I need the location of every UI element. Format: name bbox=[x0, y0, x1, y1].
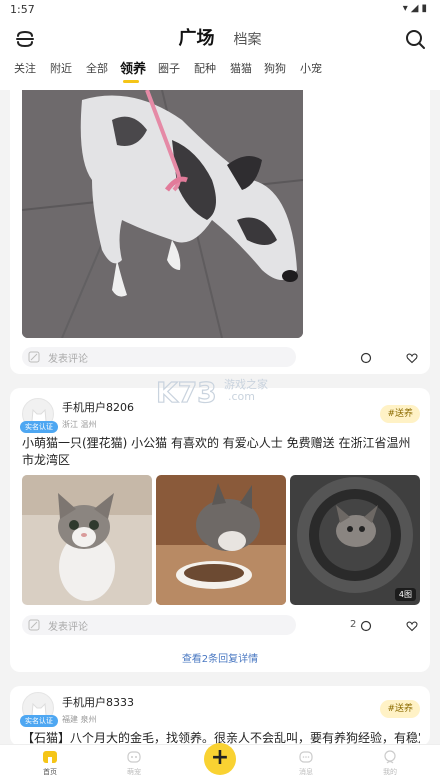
dog-illustration bbox=[22, 90, 303, 338]
tab-square-label: 广场 bbox=[178, 28, 215, 49]
category-circle[interactable]: 圈子 bbox=[158, 60, 180, 76]
like-icon[interactable] bbox=[406, 352, 418, 364]
home-icon bbox=[43, 751, 57, 763]
search-icon[interactable] bbox=[404, 28, 426, 50]
header: 广场 档案 关注 附近 全部 领养 圈子 配种 猫猫 狗狗 小宠 bbox=[0, 20, 440, 90]
location: 浙江 温州 bbox=[62, 420, 97, 429]
category-cats[interactable]: 猫猫 bbox=[230, 60, 252, 76]
tab-square[interactable]: 广场 bbox=[174, 24, 215, 50]
comment-input[interactable]: 发表评论 bbox=[22, 615, 296, 635]
post-card-1: 发表评论 bbox=[10, 90, 430, 374]
view-replies-link[interactable]: 查看2条回复详情 bbox=[10, 650, 430, 665]
kitten-photo-1 bbox=[22, 475, 152, 605]
category-underline bbox=[123, 80, 139, 83]
kitten-photo-3 bbox=[290, 475, 420, 605]
add-post-button[interactable]: + bbox=[204, 743, 236, 775]
comment-placeholder: 发表评论 bbox=[48, 354, 88, 365]
username[interactable]: 手机用户8206 bbox=[62, 399, 134, 415]
category-nearby[interactable]: 附近 bbox=[50, 60, 72, 76]
nav-pets-label: 萌宠 bbox=[127, 768, 141, 776]
comment-input[interactable]: 发表评论 bbox=[22, 347, 296, 367]
category-all[interactable]: 全部 bbox=[86, 60, 108, 76]
comment-icon[interactable] bbox=[360, 620, 372, 632]
svg-text:K73: K73 bbox=[156, 376, 217, 408]
tag-badge[interactable]: #送养 bbox=[380, 700, 420, 718]
post-card-2: 实名认证 手机用户8206 浙江 温州 #送养 小萌猫一只(狸花猫) 小公猫 有… bbox=[10, 388, 430, 672]
image-count: 4图 bbox=[394, 588, 416, 601]
status-time: 1:57 bbox=[10, 3, 35, 16]
message-icon bbox=[299, 751, 313, 763]
tag-badge[interactable]: #送养 bbox=[380, 405, 420, 423]
username[interactable]: 手机用户8333 bbox=[62, 694, 134, 710]
nav-messages[interactable]: 消息 bbox=[284, 749, 328, 777]
post-text[interactable]: 小萌猫一只(狸花猫) 小公猫 有喜欢的 有爱心人士 免费赠送 在浙江省温州市龙湾… bbox=[22, 435, 420, 469]
dog-photo[interactable] bbox=[22, 90, 303, 338]
category-breeding[interactable]: 配种 bbox=[194, 60, 216, 76]
location: 福建 泉州 bbox=[62, 715, 97, 724]
edit-icon bbox=[28, 351, 40, 363]
edit-icon bbox=[28, 619, 40, 631]
post-image-3[interactable]: 4图 bbox=[290, 475, 420, 605]
comment-icon[interactable] bbox=[360, 352, 372, 364]
post-card-3: 实名认证 手机用户8333 福建 泉州 #送养 【石猫】八个月大的金毛，找领养。… bbox=[10, 686, 430, 746]
nav-pets[interactable]: 萌宠 bbox=[112, 749, 156, 777]
category-adopt[interactable]: 领养 bbox=[120, 58, 146, 77]
nav-profile[interactable]: 我的 bbox=[368, 749, 412, 777]
tab-archive[interactable]: 档案 bbox=[234, 29, 262, 49]
status-bar: 1:57 ▾◢▮ bbox=[0, 0, 440, 20]
watermark: K73 游戏之家 .com bbox=[155, 374, 286, 409]
watermark-domain: .com bbox=[228, 390, 255, 403]
post-image-1[interactable] bbox=[22, 475, 152, 605]
category-dogs[interactable]: 狗狗 bbox=[264, 60, 286, 76]
category-follow[interactable]: 关注 bbox=[14, 60, 36, 76]
nav-home[interactable]: 首页 bbox=[28, 749, 72, 777]
profile-icon bbox=[384, 750, 396, 764]
comment-count: 2 bbox=[350, 619, 357, 630]
verified-badge: 实名认证 bbox=[20, 715, 58, 727]
bottom-nav: 首页 萌宠 + 消息 我的 bbox=[0, 743, 440, 782]
post-image-2[interactable] bbox=[156, 475, 286, 605]
nav-profile-label: 我的 bbox=[383, 768, 397, 776]
comment-placeholder: 发表评论 bbox=[48, 622, 88, 633]
nav-messages-label: 消息 bbox=[299, 768, 313, 776]
pet-icon bbox=[127, 751, 141, 763]
category-row: 关注 附近 全部 领养 圈子 配种 猫猫 狗狗 小宠 bbox=[0, 56, 440, 84]
top-tabs: 广场 档案 bbox=[0, 24, 440, 50]
category-small-pets[interactable]: 小宠 bbox=[300, 60, 322, 76]
verified-badge: 实名认证 bbox=[20, 421, 58, 433]
kitten-photo-2 bbox=[156, 475, 286, 605]
nav-home-label: 首页 bbox=[43, 768, 57, 776]
status-icons: ▾◢▮ bbox=[402, 3, 430, 14]
like-icon[interactable] bbox=[406, 620, 418, 632]
